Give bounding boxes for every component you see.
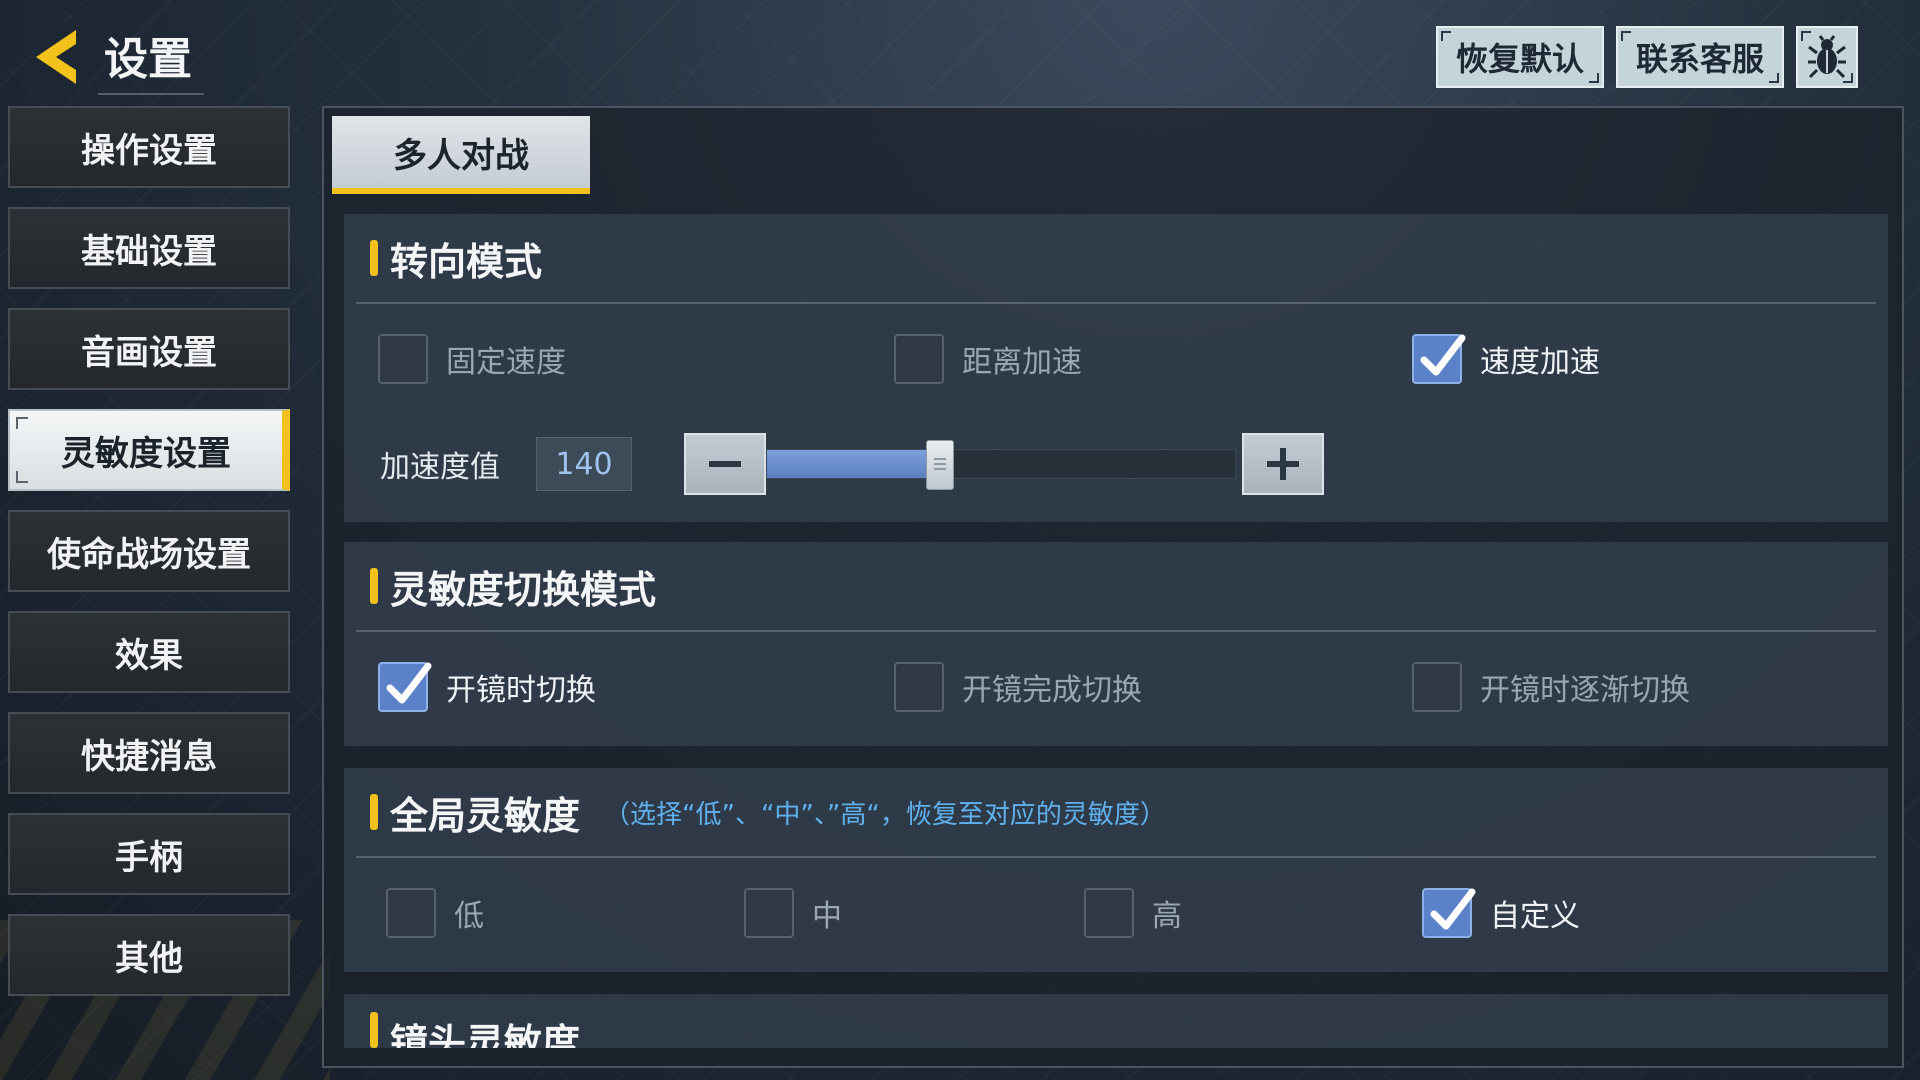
sidebar-item-controls[interactable]: 操作设置 bbox=[8, 106, 290, 188]
checkbox[interactable] bbox=[386, 888, 436, 938]
sidebar-item-quick-messages[interactable]: 快捷消息 bbox=[8, 712, 290, 794]
checkbox-checked[interactable] bbox=[1412, 334, 1466, 384]
bug-report-button[interactable] bbox=[1796, 26, 1858, 88]
accel-slider-row: 加速度值 140 bbox=[344, 414, 1888, 514]
checkbox[interactable] bbox=[1412, 662, 1462, 712]
section-marker bbox=[370, 1012, 378, 1048]
global-sensitivity-options: 低 中 高 自定义 bbox=[344, 858, 1888, 968]
top-buttons: 恢复默认 联系客服 bbox=[1435, 26, 1858, 88]
section-title: 灵敏度切换模式 bbox=[390, 567, 657, 612]
option-custom[interactable]: 自定义 bbox=[1422, 858, 1580, 968]
option-label: 距离加速 bbox=[962, 345, 1082, 380]
accel-slider-fill bbox=[767, 450, 941, 478]
sidebar-item-audio-video[interactable]: 音画设置 bbox=[8, 308, 290, 390]
lens-sensitivity-section: 镜头灵敏度 bbox=[344, 994, 1888, 1048]
plus-icon bbox=[1267, 448, 1299, 480]
checkmark-icon bbox=[386, 662, 432, 704]
section-marker bbox=[370, 568, 378, 604]
sidebar-item-basic[interactable]: 基础设置 bbox=[8, 207, 290, 289]
section-header: 灵敏度切换模式 bbox=[356, 542, 1876, 632]
switch-mode-options: 开镜时切换 开镜完成切换 开镜时逐渐切换 bbox=[344, 632, 1888, 742]
section-title: 转向模式 bbox=[390, 239, 543, 284]
option-fixed-speed[interactable]: 固定速度 bbox=[378, 304, 566, 414]
section-header: 全局灵敏度 （选择“低”、“中”、”高“，恢复至对应的灵敏度） bbox=[356, 768, 1876, 858]
option-label: 开镜时切换 bbox=[446, 673, 596, 708]
checkbox[interactable] bbox=[744, 888, 794, 938]
bug-icon bbox=[1808, 35, 1846, 79]
section-header: 镜头灵敏度 bbox=[356, 994, 1876, 1048]
turn-mode-options: 固定速度 距离加速 速度加速 bbox=[344, 304, 1888, 414]
option-label: 高 bbox=[1152, 899, 1182, 934]
accel-value-field[interactable]: 140 bbox=[536, 437, 632, 491]
checkmark-icon bbox=[1430, 888, 1476, 930]
checkbox[interactable] bbox=[1084, 888, 1134, 938]
checkbox[interactable] bbox=[894, 662, 944, 712]
checkbox-checked[interactable] bbox=[378, 662, 432, 712]
option-high[interactable]: 高 bbox=[1084, 858, 1182, 968]
checkbox-checked[interactable] bbox=[1422, 888, 1476, 938]
accel-slider-track[interactable] bbox=[766, 440, 1236, 490]
section-title: 镜头灵敏度 bbox=[390, 1021, 581, 1048]
section-marker bbox=[370, 794, 378, 830]
sidebar-item-effects[interactable]: 效果 bbox=[8, 611, 290, 693]
checkmark-icon bbox=[1420, 334, 1466, 376]
page-title: 设置 bbox=[98, 19, 204, 95]
turn-mode-section: 转向模式 固定速度 距离加速 速度加速 加速度值 140 bbox=[344, 214, 1888, 522]
option-switch-gradual[interactable]: 开镜时逐渐切换 bbox=[1412, 632, 1690, 742]
sidebar-item-other[interactable]: 其他 bbox=[8, 914, 290, 996]
option-distance-accel[interactable]: 距离加速 bbox=[894, 304, 1082, 414]
switch-mode-section: 灵敏度切换模式 开镜时切换 开镜完成切换 开镜时逐渐切换 bbox=[344, 542, 1888, 746]
accel-slider-thumb[interactable] bbox=[926, 440, 955, 490]
contact-service-button[interactable]: 联系客服 bbox=[1615, 26, 1784, 88]
section-title: 全局灵敏度 bbox=[390, 793, 581, 838]
checkbox[interactable] bbox=[378, 334, 428, 384]
option-label: 低 bbox=[454, 899, 484, 934]
option-switch-on-scope[interactable]: 开镜时切换 bbox=[378, 632, 596, 742]
accel-label: 加速度值 bbox=[380, 450, 500, 485]
tab-multiplayer[interactable]: 多人对战 bbox=[332, 116, 590, 194]
section-note: （选择“低”、“中”、”高“，恢复至对应的灵敏度） bbox=[604, 799, 1166, 830]
sidebar-item-gamepad[interactable]: 手柄 bbox=[8, 813, 290, 895]
section-marker bbox=[370, 240, 378, 276]
option-label: 固定速度 bbox=[446, 345, 566, 380]
header: 设置 bbox=[30, 19, 204, 95]
option-medium[interactable]: 中 bbox=[744, 858, 842, 968]
option-switch-after-scope[interactable]: 开镜完成切换 bbox=[894, 632, 1142, 742]
sidebar: 操作设置 基础设置 音画设置 灵敏度设置 使命战场设置 效果 快捷消息 手柄 其… bbox=[8, 106, 290, 1015]
option-speed-accel[interactable]: 速度加速 bbox=[1412, 304, 1600, 414]
restore-default-button[interactable]: 恢复默认 bbox=[1435, 26, 1604, 88]
option-low[interactable]: 低 bbox=[386, 858, 484, 968]
checkbox[interactable] bbox=[894, 334, 944, 384]
section-header: 转向模式 bbox=[356, 214, 1876, 304]
sidebar-item-sensitivity[interactable]: 灵敏度设置 bbox=[8, 409, 290, 491]
sidebar-item-battle-royale[interactable]: 使命战场设置 bbox=[8, 510, 290, 592]
back-arrow-icon[interactable] bbox=[30, 26, 82, 88]
global-sensitivity-section: 全局灵敏度 （选择“低”、“中”、”高“，恢复至对应的灵敏度） 低 中 高 自定… bbox=[344, 768, 1888, 972]
option-label: 速度加速 bbox=[1480, 345, 1600, 380]
option-label: 开镜完成切换 bbox=[962, 673, 1142, 708]
minus-icon bbox=[709, 461, 741, 467]
decrease-button[interactable] bbox=[684, 433, 766, 495]
option-label: 中 bbox=[812, 899, 842, 934]
settings-panel: 多人对战 转向模式 固定速度 距离加速 速度加速 加速度值 140 灵敏度切换模… bbox=[322, 106, 1904, 1068]
option-label: 开镜时逐渐切换 bbox=[1480, 673, 1690, 708]
option-label: 自定义 bbox=[1490, 899, 1580, 934]
increase-button[interactable] bbox=[1242, 433, 1324, 495]
